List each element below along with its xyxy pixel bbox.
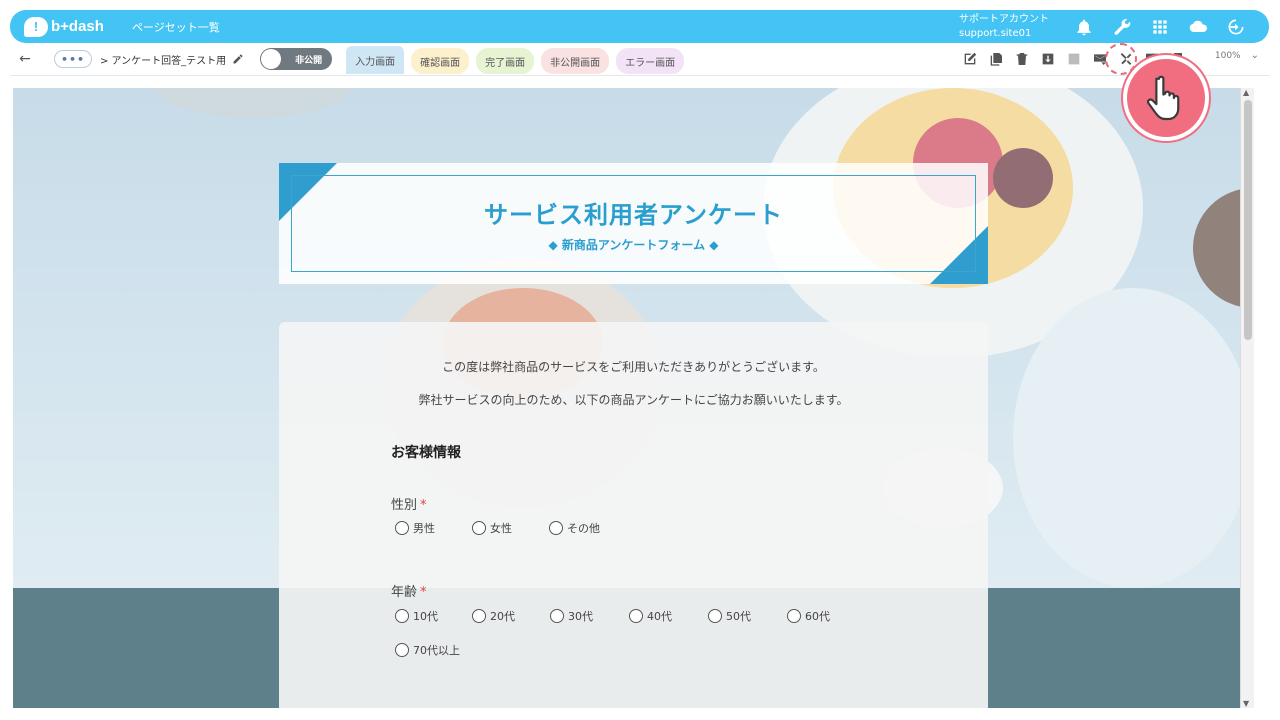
app-header: ! b+dash ページセット一覧 サポートアカウント support.site… (10, 10, 1269, 43)
zoom-value: 100% (1214, 50, 1241, 61)
radio-label: 10代 (413, 610, 438, 623)
radio-circle (395, 521, 409, 535)
tab-error[interactable]: エラー画面 (616, 48, 685, 74)
radio-circle (395, 609, 409, 623)
grid-icon[interactable] (1141, 10, 1179, 43)
account-info[interactable]: サポートアカウント support.site01 (959, 13, 1049, 41)
bell-icon[interactable] (1065, 10, 1103, 43)
title-frame: サービス利用者アンケート ◆ 新商品アンケートフォーム ◆ (291, 175, 976, 272)
canvas-scrollbar[interactable]: ▲ ▼ (1240, 88, 1254, 708)
required-mark: * (420, 585, 427, 600)
radio-label: 30代 (568, 610, 593, 623)
delete-icon[interactable] (1009, 44, 1035, 74)
back-button[interactable]: ← (10, 51, 40, 67)
brand-name: b+dash (51, 18, 104, 35)
radio-age-30s[interactable]: 30代 (550, 608, 593, 624)
brand-logo[interactable]: ! b+dash (24, 16, 104, 37)
logo-mark: ! (24, 16, 48, 37)
radio-label: 20代 (490, 610, 515, 623)
wrench-icon[interactable] (1103, 10, 1141, 43)
form-body: この度は弊社商品のサービスをご利用いただきありがとうございます。 弊社サービスの… (279, 322, 988, 708)
radio-age-50s[interactable]: 50代 (708, 608, 751, 624)
edit-icon[interactable] (957, 44, 983, 74)
radio-circle (395, 643, 409, 657)
more-breadcrumb-button[interactable]: ••• (54, 50, 92, 68)
radio-circle (787, 609, 801, 623)
section-title: お客様情報 (391, 445, 461, 461)
header-right: サポートアカウント support.site01 (959, 10, 1255, 43)
radio-label: その他 (567, 522, 600, 535)
scroll-thumb[interactable] (1244, 100, 1252, 340)
radio-age-60s[interactable]: 60代 (787, 608, 830, 624)
radio-age-10s[interactable]: 10代 (395, 608, 438, 624)
radio-label: 70代以上 (413, 644, 460, 657)
tab-complete[interactable]: 完了画面 (476, 48, 535, 74)
copy-icon[interactable] (983, 44, 1009, 74)
radio-circle (472, 521, 486, 535)
gender-label: 性別 * (391, 494, 427, 513)
radio-gender-female[interactable]: 女性 (472, 520, 512, 536)
radio-age-40s[interactable]: 40代 (629, 608, 672, 624)
chevron-down-icon: ⌄ (1250, 50, 1259, 61)
form-subtitle: ◆ 新商品アンケートフォーム ◆ (548, 237, 719, 252)
breadcrumb[interactable]: > アンケート回答_テスト用 (100, 52, 226, 67)
hand-pointer-icon (1123, 55, 1209, 141)
account-id: support.site01 (959, 27, 1032, 39)
radio-circle (472, 609, 486, 623)
page-preview-canvas[interactable]: サービス利用者アンケート ◆ 新商品アンケートフォーム ◆ この度は弊社商品のサ… (13, 88, 1254, 708)
radio-label: 女性 (490, 522, 512, 535)
radio-circle (549, 521, 563, 535)
intro-text: 弊社サービスの向上のため、以下の商品アンケートにご協力お願いいたします。 (418, 393, 849, 407)
radio-circle (550, 609, 564, 623)
scroll-down-arrow-icon[interactable]: ▼ (1243, 699, 1249, 708)
radio-circle (629, 609, 643, 623)
editor-toolbar: ← ••• > アンケート回答_テスト用 非公開 入力画面 確認画面 完了画面 … (10, 44, 1269, 74)
screen-tabs: 入力画面 確認画面 完了画面 非公開画面 エラー画面 (346, 44, 691, 74)
radio-label: 60代 (805, 610, 830, 623)
toolbar-divider (10, 75, 1270, 76)
radio-label: 40代 (647, 610, 672, 623)
scroll-up-arrow-icon[interactable]: ▲ (1243, 88, 1249, 97)
account-label: サポートアカウント (959, 13, 1049, 25)
logout-icon[interactable] (1217, 10, 1255, 43)
tab-private[interactable]: 非公開画面 (541, 48, 610, 74)
question-text: 年齢 (391, 585, 418, 600)
age-label: 年齢 * (391, 581, 427, 600)
radio-gender-other[interactable]: その他 (549, 520, 600, 536)
toggle-knob (261, 49, 282, 69)
download-icon[interactable] (1035, 44, 1061, 74)
publish-toggle[interactable]: 非公開 (260, 48, 333, 70)
tab-input[interactable]: 入力画面 (346, 46, 405, 74)
radio-circle (708, 609, 722, 623)
radio-label: 男性 (413, 522, 435, 535)
question-text: 性別 (391, 498, 418, 513)
cloud-icon[interactable] (1179, 10, 1217, 43)
radio-age-20s[interactable]: 20代 (472, 608, 515, 624)
radio-age-70plus[interactable]: 70代以上 (395, 642, 460, 658)
required-mark: * (420, 498, 427, 513)
toggle-label: 非公開 (295, 55, 323, 66)
zoom-select[interactable]: 100% ⌄ (1215, 50, 1259, 61)
rename-pencil-icon[interactable] (232, 53, 244, 65)
radio-gender-male[interactable]: 男性 (395, 520, 435, 536)
intro-text: この度は弊社商品のサービスをご利用いただきありがとうございます。 (442, 360, 825, 374)
form-title: サービス利用者アンケート (483, 200, 784, 229)
form-title-card: サービス利用者アンケート ◆ 新商品アンケートフォーム ◆ (279, 163, 988, 284)
upload-icon[interactable] (1061, 44, 1087, 74)
tab-confirm[interactable]: 確認画面 (411, 48, 470, 74)
radio-label: 50代 (726, 610, 751, 623)
page-set-list-link[interactable]: ページセット一覧 (132, 19, 220, 35)
